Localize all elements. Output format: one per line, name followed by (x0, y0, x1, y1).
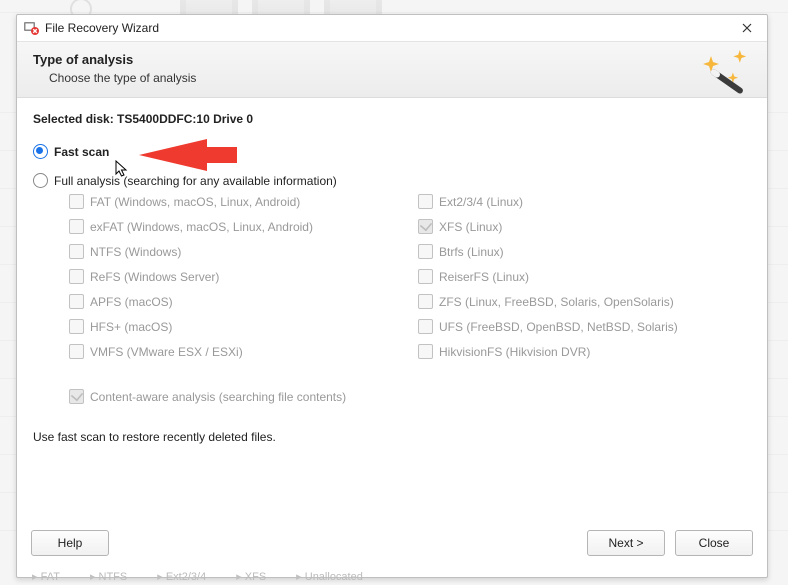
checkbox-icon (418, 294, 433, 309)
fs-option-btrfs[interactable]: Btrfs (Linux) (418, 244, 751, 259)
wizard-wand-icon (699, 48, 753, 98)
radio-fast-scan[interactable]: Fast scan (33, 144, 751, 159)
checkbox-icon (418, 244, 433, 259)
wizard-header: Type of analysis Choose the type of anal… (17, 41, 767, 98)
fs-option-exfat[interactable]: exFAT (Windows, macOS, Linux, Android) (69, 219, 414, 234)
fs-option-hfs[interactable]: HFS+ (macOS) (69, 319, 414, 334)
file-recovery-wizard-dialog: File Recovery Wizard Type of analysis Ch… (16, 14, 768, 578)
header-title: Type of analysis (33, 52, 751, 67)
radio-full-analysis[interactable]: Full analysis (searching for any availab… (33, 173, 751, 188)
radio-icon (33, 144, 48, 159)
close-icon (742, 23, 752, 33)
checkbox-icon (418, 344, 433, 359)
checkbox-icon (418, 319, 433, 334)
fs-option-ntfs[interactable]: NTFS (Windows) (69, 244, 414, 259)
checkbox-icon (418, 269, 433, 284)
checkbox-icon (69, 344, 84, 359)
fs-option-refs[interactable]: ReFS (Windows Server) (69, 269, 414, 284)
checkbox-icon (69, 294, 84, 309)
checkbox-icon (69, 244, 84, 259)
fs-option-vmfs[interactable]: VMFS (VMware ESX / ESXi) (69, 344, 414, 359)
filesystem-options: FAT (Windows, macOS, Linux, Android) Ext… (69, 194, 751, 359)
header-subtitle: Choose the type of analysis (49, 71, 751, 85)
selected-disk-label: Selected disk: TS5400DDFC:10 Drive 0 (33, 112, 751, 126)
fs-option-ufs[interactable]: UFS (FreeBSD, OpenBSD, NetBSD, Solaris) (418, 319, 751, 334)
annotation-arrow-icon (139, 134, 239, 176)
fs-option-xfs[interactable]: XFS (Linux) (418, 219, 751, 234)
window-close-button[interactable] (733, 18, 761, 38)
radio-label: Fast scan (54, 145, 109, 159)
radio-icon (33, 173, 48, 188)
fs-option-fat[interactable]: FAT (Windows, macOS, Linux, Android) (69, 194, 414, 209)
help-button[interactable]: Help (31, 530, 109, 556)
background-status-hints: FAT NTFS Ext2/3/4 XFS Unallocated (32, 570, 363, 583)
wizard-body: Selected disk: TS5400DDFC:10 Drive 0 Fas… (17, 98, 767, 519)
checkbox-checked-icon (69, 389, 84, 404)
checkbox-icon (69, 194, 84, 209)
checkbox-checked-icon (418, 219, 433, 234)
fs-option-hikvisionfs[interactable]: HikvisionFS (Hikvision DVR) (418, 344, 751, 359)
checkbox-icon (69, 219, 84, 234)
radio-label: Full analysis (searching for any availab… (54, 174, 337, 188)
next-button[interactable]: Next > (587, 530, 665, 556)
titlebar: File Recovery Wizard (17, 15, 767, 41)
fast-scan-hint: Use fast scan to restore recently delete… (33, 430, 751, 444)
app-icon (23, 20, 39, 36)
checkbox-icon (69, 319, 84, 334)
close-button[interactable]: Close (675, 530, 753, 556)
wizard-footer: Help Next > Close (17, 519, 767, 577)
fs-option-zfs[interactable]: ZFS (Linux, FreeBSD, Solaris, OpenSolari… (418, 294, 751, 309)
checkbox-icon (418, 194, 433, 209)
fs-option-reiserfs[interactable]: ReiserFS (Linux) (418, 269, 751, 284)
fs-option-ext[interactable]: Ext2/3/4 (Linux) (418, 194, 751, 209)
content-aware-option[interactable]: Content-aware analysis (searching file c… (69, 389, 751, 404)
window-title: File Recovery Wizard (45, 21, 159, 35)
fs-option-apfs[interactable]: APFS (macOS) (69, 294, 414, 309)
checkbox-icon (69, 269, 84, 284)
